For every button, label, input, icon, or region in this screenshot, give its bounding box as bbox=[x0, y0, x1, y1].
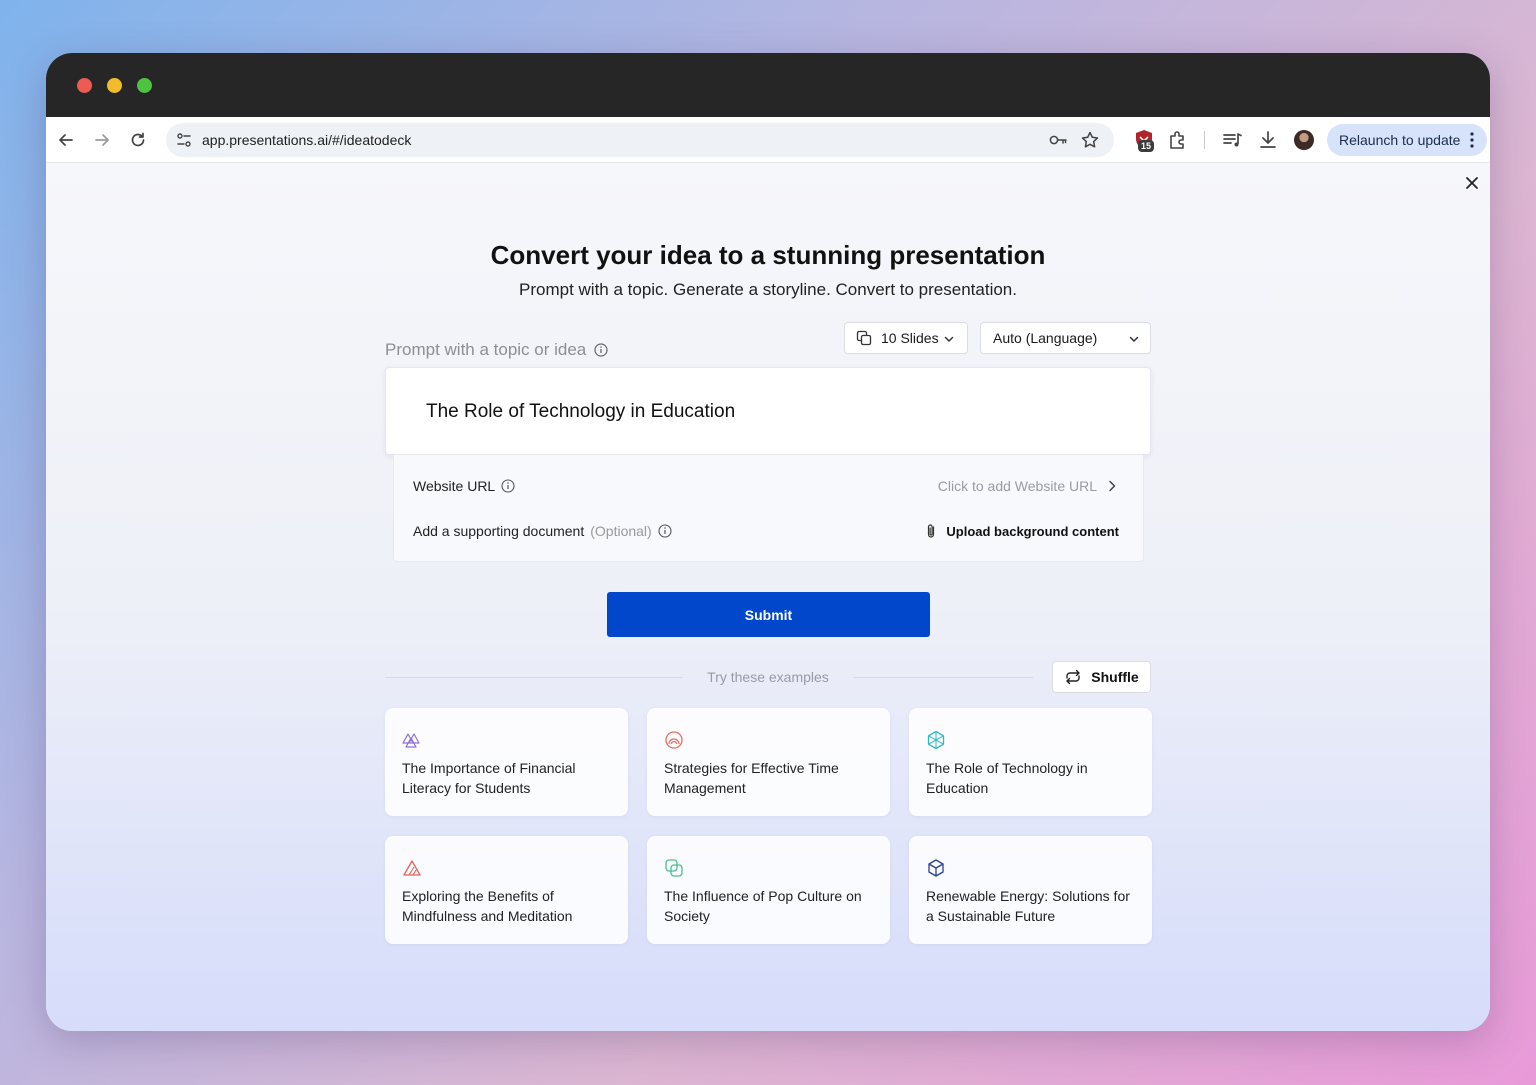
copy-slides-icon bbox=[856, 330, 872, 346]
website-url-label: Website URL bbox=[413, 478, 496, 494]
add-website-url-button[interactable]: Click to add Website URL bbox=[938, 478, 1119, 494]
slides-count-dropdown[interactable]: 10 Slides bbox=[844, 322, 968, 354]
relaunch-to-update-button[interactable]: Relaunch to update bbox=[1327, 124, 1487, 156]
browser-toolbar: app.presentations.ai/#/ideatodeck 15 Rel… bbox=[46, 117, 1490, 163]
upload-background-label: Upload background content bbox=[946, 523, 1119, 539]
site-settings-icon[interactable] bbox=[175, 131, 193, 149]
shuffle-button[interactable]: Shuffle bbox=[1052, 661, 1151, 693]
cube-icon bbox=[928, 859, 944, 877]
example-card[interactable]: The Influence of Pop Culture on Society bbox=[647, 836, 890, 944]
back-icon[interactable] bbox=[54, 128, 78, 152]
divider-left bbox=[385, 677, 683, 678]
arcs-icon bbox=[665, 731, 683, 749]
kebab-menu-icon[interactable] bbox=[1470, 132, 1474, 148]
upload-background-button[interactable]: Upload background content bbox=[924, 523, 1119, 539]
language-value: Auto (Language) bbox=[993, 330, 1098, 346]
supporting-content-panel: Website URL Click to add Website URL Add… bbox=[393, 455, 1144, 562]
prompt-label-text: Prompt with a topic or idea bbox=[385, 340, 587, 359]
example-card[interactable]: The Importance of Financial Literacy for… bbox=[385, 708, 628, 816]
language-dropdown[interactable]: Auto (Language) bbox=[980, 322, 1151, 354]
optional-tag: (Optional) bbox=[590, 523, 652, 539]
supporting-doc-row: Add a supporting document (Optional) Upl… bbox=[413, 520, 1119, 542]
chevron-right-icon bbox=[1109, 480, 1116, 492]
example-text: Strategies for Effective Time Management bbox=[664, 760, 839, 796]
password-key-icon[interactable] bbox=[1048, 131, 1068, 149]
paperclip-icon bbox=[928, 524, 935, 538]
prompt-input[interactable]: The Role of Technology in Education bbox=[385, 367, 1151, 455]
browser-window: app.presentations.ai/#/ideatodeck 15 Rel… bbox=[46, 53, 1490, 1031]
media-queue-icon[interactable] bbox=[1220, 128, 1244, 152]
example-card[interactable]: Exploring the Benefits of Mindfulness an… bbox=[385, 836, 628, 944]
supporting-doc-label: Add a supporting document bbox=[413, 523, 585, 539]
example-text: The Role of Technology in Education bbox=[926, 760, 1088, 796]
info-icon[interactable] bbox=[501, 479, 515, 493]
shuffle-icon bbox=[1066, 669, 1080, 685]
address-bar[interactable]: app.presentations.ai/#/ideatodeck bbox=[166, 123, 1114, 157]
url-text[interactable]: app.presentations.ai/#/ideatodeck bbox=[202, 132, 411, 148]
striped-triangle-icon bbox=[403, 860, 421, 876]
prompt-input-value[interactable]: The Role of Technology in Education bbox=[426, 401, 735, 423]
try-examples-label: Try these examples bbox=[707, 669, 829, 685]
overlap-squares-icon bbox=[665, 859, 683, 877]
bookmark-star-icon[interactable] bbox=[1080, 130, 1100, 150]
website-url-row: Website URL Click to add Website URL bbox=[413, 475, 1119, 497]
example-text: The Importance of Financial Literacy for… bbox=[402, 760, 576, 796]
page-title: Convert your idea to a stunning presenta… bbox=[490, 240, 1046, 270]
example-text: The Influence of Pop Culture on Society bbox=[664, 888, 862, 924]
hexagon-icon bbox=[927, 730, 945, 750]
page-subtitle: Prompt with a topic. Generate a storylin… bbox=[519, 280, 1017, 299]
example-text: Exploring the Benefits of Mindfulness an… bbox=[402, 888, 573, 924]
maximize-window-button[interactable] bbox=[137, 78, 152, 93]
divider-right bbox=[853, 677, 1033, 678]
page-content: Convert your idea to a stunning presenta… bbox=[46, 164, 1490, 1031]
download-icon[interactable] bbox=[1256, 128, 1280, 152]
close-window-button[interactable] bbox=[77, 78, 92, 93]
shuffle-label: Shuffle bbox=[1091, 669, 1139, 685]
example-text: Renewable Energy: Solutions for a Sustai… bbox=[926, 888, 1130, 924]
chevron-down-icon bbox=[1129, 336, 1139, 342]
chevron-down-icon bbox=[944, 336, 954, 342]
reload-icon[interactable] bbox=[126, 128, 150, 152]
info-icon[interactable] bbox=[658, 524, 672, 538]
info-icon[interactable] bbox=[594, 343, 608, 357]
add-website-url-label: Click to add Website URL bbox=[937, 478, 1097, 494]
example-card[interactable]: Renewable Energy: Solutions for a Sustai… bbox=[909, 836, 1152, 944]
example-card[interactable]: Strategies for Effective Time Management bbox=[647, 708, 890, 816]
submit-button[interactable]: Submit bbox=[607, 592, 930, 637]
title-bar bbox=[46, 53, 1490, 117]
slides-count-value: 10 Slides bbox=[881, 330, 939, 346]
forward-icon[interactable] bbox=[90, 128, 114, 152]
toolbar-separator bbox=[1204, 131, 1205, 149]
prompt-label: Prompt with a topic or idea bbox=[385, 340, 608, 360]
extension-badge: 15 bbox=[1138, 140, 1155, 152]
relaunch-label: Relaunch to update bbox=[1339, 132, 1461, 148]
puzzle-extensions-icon[interactable] bbox=[1166, 128, 1190, 152]
example-card[interactable]: The Role of Technology in Education bbox=[909, 708, 1152, 816]
close-icon[interactable] bbox=[1464, 175, 1480, 191]
minimize-window-button[interactable] bbox=[107, 78, 122, 93]
profile-avatar[interactable] bbox=[1294, 130, 1314, 150]
triangles-icon bbox=[402, 733, 420, 748]
